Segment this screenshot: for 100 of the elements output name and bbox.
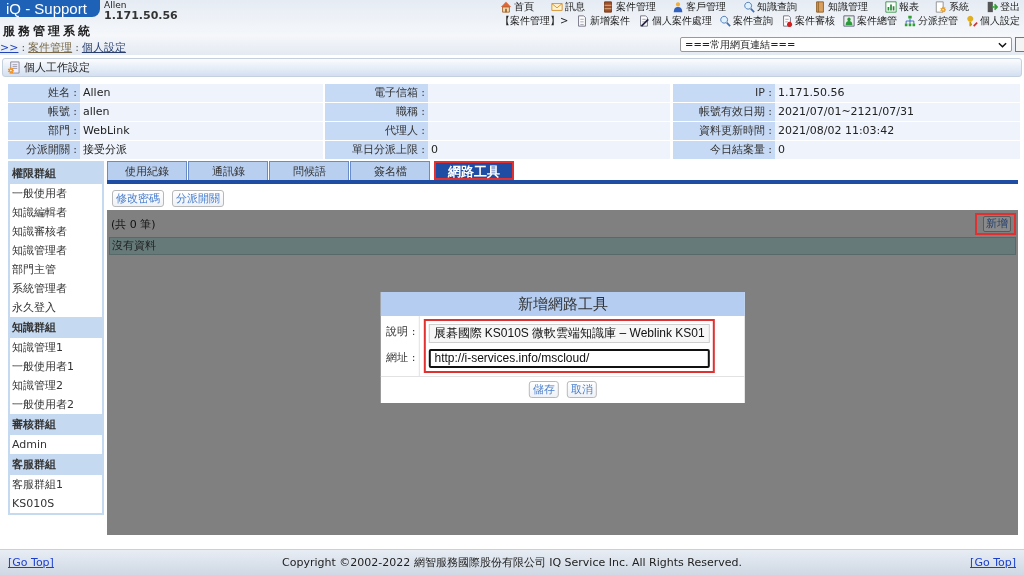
menu-link[interactable]: 知識查詢 (743, 0, 797, 13)
label-cell: 代理人 : (325, 122, 428, 140)
value-cell: 接受分派 (80, 141, 323, 159)
menu-link[interactable]: 案件管理 (601, 0, 656, 13)
value-cell: 0 (775, 141, 1020, 159)
label-cell: 今日結案量 : (673, 141, 775, 159)
empty-row: 沒有資料 (109, 237, 1016, 255)
group-member: 知識編輯者 (11, 205, 68, 221)
logout-icon (986, 0, 998, 13)
group-header: 客服群組 (10, 454, 102, 475)
search-icon (743, 0, 755, 13)
copyright-text: Copyright ©2002-2022 網智服務國際股份有限公司 IQ Service Inc. All Rights Reserved. (282, 555, 742, 570)
cabinet-icon (601, 0, 614, 13)
breadcrumb-separator: : (21, 41, 26, 55)
group-member: 部門主管 (11, 262, 57, 278)
person-icon (672, 0, 685, 13)
tab[interactable]: 網路工具 (434, 161, 514, 180)
group-member: 知識管理者 (11, 243, 68, 259)
group-header: 權限群組 (10, 163, 102, 184)
menu-link[interactable]: 登出 (986, 0, 1020, 13)
breadcrumb-link[interactable]: 個人設定 (81, 41, 126, 55)
book-icon (813, 0, 826, 13)
action-button[interactable]: 修改密碼 (112, 190, 164, 207)
breadcrumb-link[interactable]: >> (0, 41, 19, 55)
label-cell: 單日分派上限 : (325, 141, 428, 159)
go-top-link[interactable]: [Go Top] (8, 556, 54, 569)
submenu-link[interactable]: 新增案件 (576, 14, 631, 28)
envelope-icon (550, 0, 563, 13)
user-ip: 1.171.50.56 (104, 10, 178, 22)
group-member: 一般使用者 (11, 186, 68, 202)
document-badge-icon (781, 15, 793, 27)
small-button[interactable] (1015, 37, 1024, 52)
submenu-link[interactable]: 案件審核 (781, 14, 835, 28)
form-gear-icon (7, 61, 20, 74)
caret-icon (998, 41, 1007, 48)
label-cell: 資料更新時間 : (673, 122, 775, 140)
group-member: Admin (11, 437, 49, 453)
dialog-button[interactable]: 儲存 (528, 381, 559, 398)
tab[interactable]: 使用紀錄 (107, 161, 187, 180)
menu-link[interactable]: 客戶管理 (672, 0, 727, 13)
menu-link[interactable]: 知識管理 (813, 0, 868, 13)
label-cell: 帳號 : (8, 103, 80, 121)
group-member: KS010S (11, 496, 56, 512)
value-cell: 0 (428, 141, 670, 159)
value-cell: 1.171.50.56 (775, 84, 1020, 102)
dialog-title: 新增網路工具 (380, 292, 745, 316)
house-icon (500, 0, 512, 13)
search-icon (719, 15, 732, 27)
value-cell: 2021/08/02 11:03:42 (775, 122, 1020, 140)
group-member: 知識審核者 (11, 224, 68, 240)
tab[interactable]: 問候語 (269, 161, 349, 180)
hierarchy-icon (904, 15, 917, 27)
tab[interactable]: 簽名檔 (350, 161, 430, 180)
label-cell: 職稱 : (325, 103, 428, 121)
input-field[interactable]: 展碁國際 KS010S 微軟雲端知識庫 – Weblink KS01 (428, 324, 710, 343)
label-cell: 帳號有效日期 : (673, 103, 775, 121)
dialog-button[interactable]: 取消 (566, 381, 597, 398)
group-member: 永久登入 (11, 300, 57, 316)
field-label: 說明 : (385, 324, 417, 340)
menu-section-label: 【案件管理】> (500, 14, 569, 28)
input-field[interactable]: http://i-services.info/mscloud/ (428, 349, 710, 368)
document-icon (576, 15, 589, 27)
chart-icon (884, 0, 897, 13)
system-name: 服務管理系統 (2, 23, 94, 39)
submenu-link[interactable]: 案件總管 (842, 14, 897, 28)
value-cell: WebLink (80, 122, 323, 140)
menu-link[interactable]: 報表 (884, 0, 919, 13)
go-top-link[interactable]: [Go Top] (970, 556, 1016, 569)
action-button[interactable]: 分派開關 (172, 190, 224, 207)
value-cell: allen (80, 103, 323, 121)
group-header: 審核群組 (10, 414, 102, 435)
submenu-link[interactable]: 個人案件處理 (637, 14, 712, 28)
menu-link[interactable]: 首頁 (500, 0, 534, 13)
group-header: 知識群組 (10, 317, 102, 338)
document-pen-icon (637, 15, 650, 27)
value-cell: 2021/07/01~2121/07/31 (775, 103, 1020, 121)
key-icon (966, 15, 978, 27)
user-name: Allen (104, 0, 128, 10)
field-label: 網址 : (385, 350, 417, 366)
group-member: 客服群組1 (11, 477, 64, 493)
label-cell: 分派開關 : (8, 141, 80, 159)
record-count: (共 0 筆) (110, 216, 156, 232)
document-gear-icon (935, 0, 948, 13)
submenu-link[interactable]: 個人設定 (966, 14, 1020, 28)
label-cell: IP : (673, 84, 775, 102)
menu-link[interactable]: 訊息 (550, 0, 585, 13)
menu-link[interactable]: 系統 (935, 0, 970, 13)
tab[interactable]: 通訊錄 (188, 161, 268, 180)
group-member: 一般使用者2 (11, 397, 75, 413)
submenu-link[interactable]: 案件查詢 (719, 14, 774, 28)
group-member: 系統管理者 (11, 281, 68, 297)
quick-links-dropdown[interactable]: ===常用網頁連結=== (680, 37, 1012, 52)
group-member: 知識管理2 (11, 378, 64, 394)
label-cell: 電子信箱 : (325, 84, 428, 102)
breadcrumb-link[interactable]: 案件管理 (28, 41, 73, 55)
section-title: 個人工作設定 (24, 60, 90, 75)
submenu-link[interactable]: 分派控管 (904, 14, 959, 28)
logo: iQ - Support (0, 0, 100, 17)
label-cell: 部門 : (8, 122, 80, 140)
group-member: 知識管理1 (11, 340, 64, 356)
